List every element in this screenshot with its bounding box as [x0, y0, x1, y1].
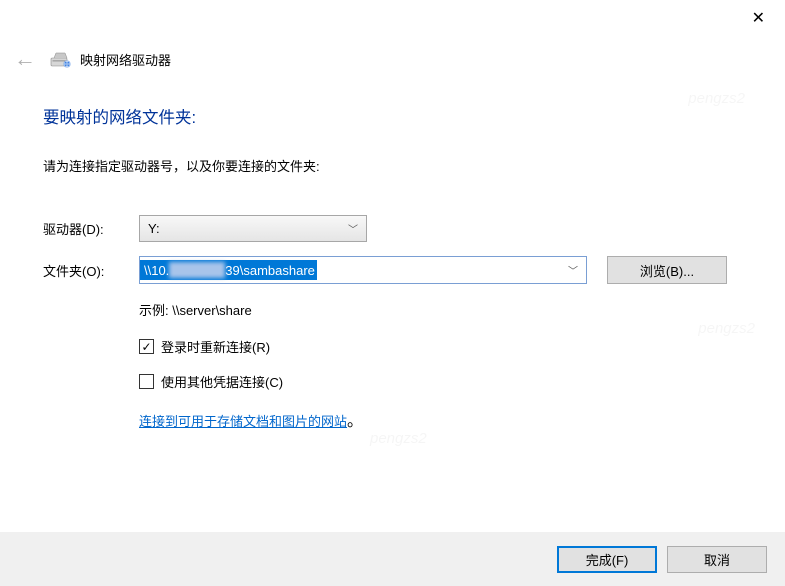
network-drive-icon — [50, 51, 71, 68]
folder-row: 文件夹(O): \\10.39\sambashare ﹀ 浏览(B)... — [43, 256, 755, 284]
chevron-down-icon: ﹀ — [348, 221, 358, 236]
finish-button[interactable]: 完成(F) — [557, 546, 657, 573]
reconnect-label: 登录时重新连接(R) — [161, 337, 270, 356]
drive-row: 驱动器(D): Y: ﹀ — [43, 215, 755, 242]
page-heading: 要映射的网络文件夹: — [43, 104, 755, 128]
folder-combobox[interactable]: \\10.39\sambashare ﹀ — [139, 256, 587, 284]
reconnect-checkbox[interactable]: ✓ 登录时重新连接(R) — [139, 337, 755, 356]
credentials-label: 使用其他凭据连接(C) — [161, 372, 283, 391]
folder-input-value: \\10.39\sambashare — [140, 260, 317, 280]
checkbox-icon: ✓ — [139, 339, 154, 354]
watermark: pengzs2 — [370, 430, 427, 447]
instruction-text: 请为连接指定驱动器号，以及你要连接的文件夹: — [43, 156, 755, 175]
storage-site-link[interactable]: 连接到可用于存储文档和图片的网站 — [139, 414, 347, 429]
wizard-header: ← 映射网络驱动器 — [14, 46, 171, 72]
back-arrow-icon: ← — [14, 46, 36, 72]
close-button[interactable]: ✕ — [744, 4, 773, 32]
storage-link-line: 连接到可用于存储文档和图片的网站。 — [139, 407, 755, 431]
folder-label: 文件夹(O): — [43, 261, 139, 280]
chevron-down-icon: ﹀ — [568, 263, 578, 278]
drive-label: 驱动器(D): — [43, 219, 139, 238]
wizard-content: 要映射的网络文件夹: 请为连接指定驱动器号，以及你要连接的文件夹: 驱动器(D)… — [43, 104, 755, 431]
drive-select-value: Y: — [148, 221, 160, 236]
drive-select[interactable]: Y: ﹀ — [139, 215, 367, 242]
checkbox-icon — [139, 374, 154, 389]
browse-button[interactable]: 浏览(B)... — [607, 256, 727, 284]
window-title: 映射网络驱动器 — [80, 50, 171, 69]
cancel-button[interactable]: 取消 — [667, 546, 767, 573]
credentials-checkbox[interactable]: 使用其他凭据连接(C) — [139, 372, 755, 391]
example-text: 示例: \\server\share — [139, 300, 755, 319]
wizard-footer: 完成(F) 取消 — [0, 532, 785, 586]
